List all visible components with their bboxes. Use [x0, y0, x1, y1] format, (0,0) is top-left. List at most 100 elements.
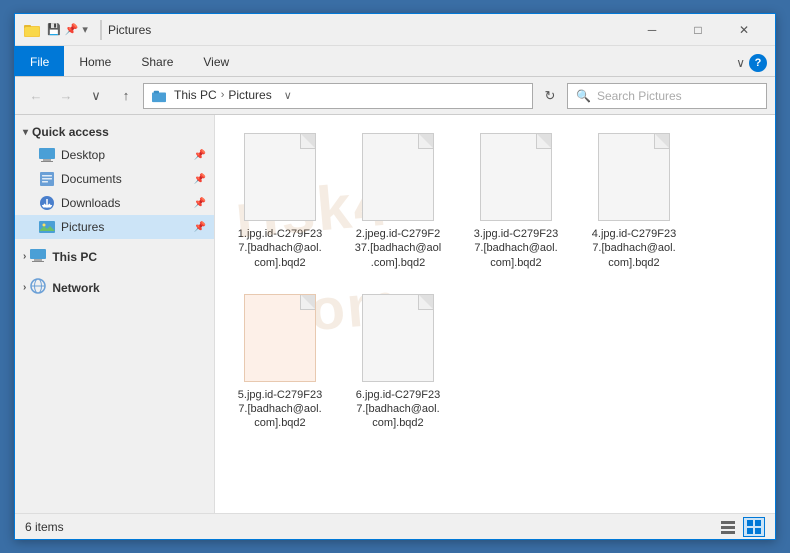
file-name-5: 5.jpg.id-C279F237.[badhach@aol.com].bqd2	[238, 388, 322, 431]
file-item-6[interactable]: 6.jpg.id-C279F237.[badhach@aol.com].bqd2	[343, 286, 453, 439]
title-bar: 💾 📌 ▾ Pictures ─ □ ✕	[15, 14, 775, 46]
search-box[interactable]: 🔍 Search Pictures	[567, 83, 767, 109]
sidebar-item-documents[interactable]: Documents 📌	[15, 167, 214, 191]
nav-dropdown-button[interactable]: ∨	[83, 83, 109, 109]
item-count: 6 items	[25, 520, 64, 534]
file-icon-6	[358, 294, 438, 384]
breadcrumb-thispc[interactable]: This PC	[174, 88, 217, 102]
file-icon-4	[594, 133, 674, 223]
pin-icon-downloads: 📌	[194, 198, 206, 209]
file-name-1: 1.jpg.id-C279F237.[badhach@aol.com].bqd2	[238, 227, 322, 270]
close-button[interactable]: ✕	[721, 14, 767, 46]
window-icon	[23, 21, 41, 39]
ribbon-collapse[interactable]: ∨ ?	[728, 50, 775, 76]
file-item-1[interactable]: 1.jpg.id-C279F237.[badhach@aol.com].bqd2	[225, 125, 335, 278]
pin-icon: 📌	[194, 150, 206, 161]
pictures-icon	[39, 219, 55, 235]
qa-pin[interactable]: 📌	[65, 23, 79, 36]
thispc-group-icon	[30, 247, 46, 266]
up-button[interactable]: ↑	[113, 83, 139, 109]
breadcrumb: This PC › Pictures ∨	[152, 88, 292, 103]
breadcrumb-pictures[interactable]: Pictures	[228, 88, 271, 102]
file-page-1	[244, 133, 316, 221]
file-item-2[interactable]: 2.jpeg.id-C279F237.[badhach@aol.com].bqd…	[343, 125, 453, 278]
file-name-4: 4.jpg.id-C279F237.[badhach@aol.com].bqd2	[592, 227, 676, 270]
desktop-icon	[39, 147, 55, 163]
file-item-4[interactable]: 4.jpg.id-C279F237.[badhach@aol.com].bqd2	[579, 125, 689, 278]
pin-icon-docs: 📌	[194, 174, 206, 185]
sidebar-desktop-label: Desktop	[61, 148, 105, 162]
file-page-6	[362, 294, 434, 382]
sidebar-pictures-label: Pictures	[61, 220, 104, 234]
file-page-2	[362, 133, 434, 221]
grid-view-button[interactable]	[743, 517, 765, 537]
minimize-button[interactable]: ─	[629, 14, 675, 46]
sidebar-section-network: › Network	[15, 274, 214, 301]
sidebar-network-label: Network	[52, 281, 99, 295]
sidebar-downloads-label: Downloads	[61, 196, 120, 210]
window-controls: ─ □ ✕	[629, 14, 767, 46]
sidebar-item-desktop[interactable]: Desktop 📌	[15, 143, 214, 167]
file-grid: risk4 com 1.jpg.id-C279F237.[badhach@aol…	[215, 115, 775, 513]
file-name-2: 2.jpeg.id-C279F237.[badhach@aol.com].bqd…	[355, 227, 441, 270]
sidebar-thispc-label: This PC	[52, 250, 97, 264]
main-area: ▾ Quick access Desktop 📌	[15, 115, 775, 513]
file-corner-2	[419, 134, 433, 148]
file-grid-content: 1.jpg.id-C279F237.[badhach@aol.com].bqd2…	[225, 125, 765, 439]
quick-access-toolbar[interactable]: 💾 📌 ▾	[47, 23, 88, 36]
file-icon-1	[240, 133, 320, 223]
sidebar-group-thispc[interactable]: › This PC	[15, 243, 214, 270]
address-path-box[interactable]: This PC › Pictures ∨	[143, 83, 533, 109]
sidebar-quickaccess-label: Quick access	[32, 125, 109, 139]
file-page-5	[244, 294, 316, 382]
tab-file[interactable]: File	[15, 46, 64, 76]
back-button[interactable]: ←	[23, 83, 49, 109]
chevron-down-icon: ∨	[736, 56, 745, 70]
file-corner-3	[537, 134, 551, 148]
downloads-icon	[39, 195, 55, 211]
sidebar-documents-label: Documents	[61, 172, 122, 186]
file-corner-5	[301, 295, 315, 309]
sidebar-item-downloads[interactable]: Downloads 📌	[15, 191, 214, 215]
file-page-4	[598, 133, 670, 221]
address-bar: ← → ∨ ↑ This PC › Pictures ∨ ↻ 🔍 Search …	[15, 77, 775, 115]
window-title: Pictures	[108, 23, 629, 37]
sidebar-item-pictures[interactable]: Pictures 📌	[15, 215, 214, 239]
file-corner-1	[301, 134, 315, 148]
network-group-icon	[30, 278, 46, 297]
search-icon: 🔍	[576, 89, 591, 103]
tab-home[interactable]: Home	[64, 46, 126, 76]
tab-view[interactable]: View	[188, 46, 244, 76]
file-name-6: 6.jpg.id-C279F237.[badhach@aol.com].bqd2	[356, 388, 440, 431]
explorer-window: 💾 📌 ▾ Pictures ─ □ ✕ File Home Share Vie…	[14, 13, 776, 540]
list-view-button[interactable]	[717, 517, 739, 537]
sidebar-section-quickaccess: ▾ Quick access Desktop 📌	[15, 121, 214, 239]
expand-icon: ▾	[23, 127, 28, 138]
forward-button[interactable]: →	[53, 83, 79, 109]
qa-dropdown[interactable]: ▾	[82, 23, 88, 36]
maximize-button[interactable]: □	[675, 14, 721, 46]
file-icon-2	[358, 133, 438, 223]
breadcrumb-expand[interactable]: ∨	[284, 89, 292, 102]
sidebar: ▾ Quick access Desktop 📌	[15, 115, 215, 513]
sidebar-group-quickaccess[interactable]: ▾ Quick access	[15, 121, 214, 143]
status-bar: 6 items	[15, 513, 775, 539]
ribbon-tabs: File Home Share View ∨ ?	[15, 46, 775, 76]
sidebar-group-network[interactable]: › Network	[15, 274, 214, 301]
breadcrumb-explorer-icon	[152, 88, 170, 103]
expand-icon-network: ›	[23, 282, 26, 293]
tab-share[interactable]: Share	[126, 46, 188, 76]
file-name-3: 3.jpg.id-C279F237.[badhach@aol.com].bqd2	[474, 227, 558, 270]
file-icon-3	[476, 133, 556, 223]
search-placeholder: Search Pictures	[597, 89, 682, 103]
refresh-button[interactable]: ↻	[537, 83, 563, 109]
file-item-3[interactable]: 3.jpg.id-C279F237.[badhach@aol.com].bqd2	[461, 125, 571, 278]
documents-icon	[39, 171, 55, 187]
file-corner-4	[655, 134, 669, 148]
file-icon-5	[240, 294, 320, 384]
help-icon[interactable]: ?	[749, 54, 767, 72]
qa-save[interactable]: 💾	[47, 23, 61, 36]
view-controls	[717, 517, 765, 537]
file-item-5[interactable]: 5.jpg.id-C279F237.[badhach@aol.com].bqd2	[225, 286, 335, 439]
file-corner-6	[419, 295, 433, 309]
